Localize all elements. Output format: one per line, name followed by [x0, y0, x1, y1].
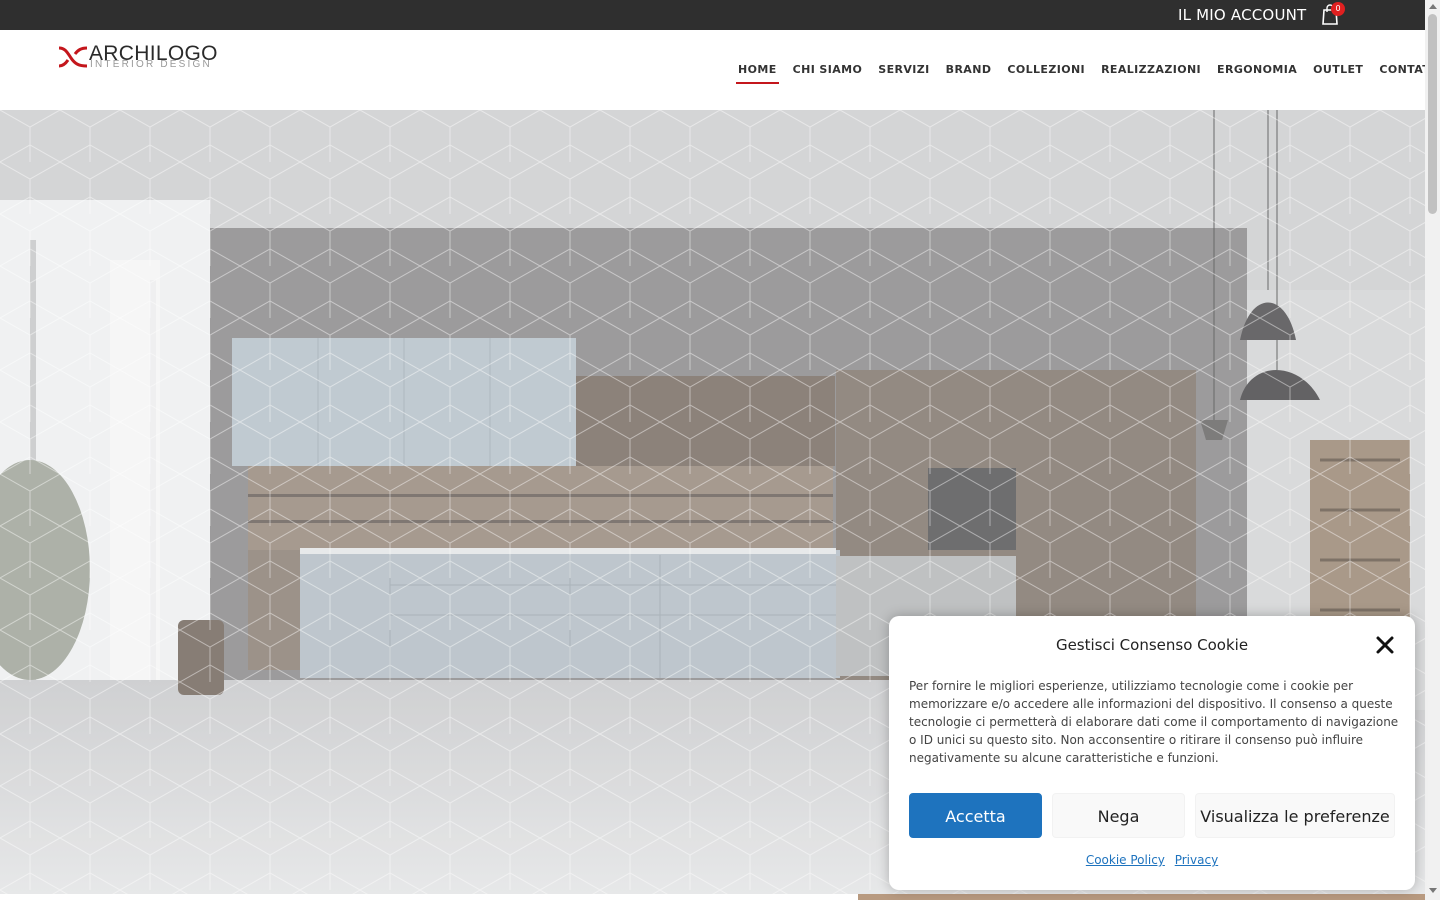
cookie-dialog-text: Per fornire le migliori esperienze, util…: [909, 679, 1399, 765]
nav-item-outlet[interactable]: OUTLET: [1305, 63, 1371, 85]
cookie-consent-dialog: Gestisci Consenso Cookie Per fornire le …: [889, 616, 1415, 890]
nav-item-servizi[interactable]: SERVIZI: [870, 63, 937, 85]
cart-button[interactable]: 0: [1320, 2, 1345, 25]
privacy-link[interactable]: Privacy: [1175, 853, 1218, 867]
cookie-dialog-title: Gestisci Consenso Cookie: [1055, 636, 1249, 654]
top-bar: IL MIO ACCOUNT 0: [0, 0, 1425, 30]
nav-item-collezioni[interactable]: COLLEZIONI: [999, 63, 1093, 85]
logo-mark-icon: [58, 46, 88, 68]
close-icon[interactable]: [1375, 635, 1395, 655]
my-account-link[interactable]: IL MIO ACCOUNT: [1178, 6, 1306, 24]
scroll-up-arrow-icon[interactable]: [1429, 4, 1437, 9]
accept-button[interactable]: Accetta: [909, 793, 1042, 838]
cookie-policy-link[interactable]: Cookie Policy: [1086, 853, 1165, 867]
nav-item-brand[interactable]: BRAND: [938, 63, 1000, 85]
logo-tagline: INTERIOR DESIGN: [90, 59, 212, 70]
scroll-thumb[interactable]: [1428, 14, 1437, 214]
main-nav: HOME CHI SIAMO SERVIZI BRAND COLLEZIONI …: [730, 63, 1440, 85]
page-scrollbar[interactable]: [1425, 0, 1440, 900]
scroll-down-arrow-icon[interactable]: [1429, 888, 1437, 893]
cookie-links: Cookie Policy Privacy: [889, 853, 1415, 867]
view-preferences-button[interactable]: Visualizza le preferenze: [1195, 793, 1395, 838]
nav-item-realizzazioni[interactable]: REALIZZAZIONI: [1093, 63, 1209, 85]
nav-item-home[interactable]: HOME: [730, 63, 785, 85]
deny-button[interactable]: Nega: [1052, 793, 1185, 838]
site-header: ARCHILOGO INTERIOR DESIGN HOME CHI SIAMO…: [0, 30, 1440, 110]
bottom-image-strip: [858, 894, 1425, 900]
nav-item-chi-siamo[interactable]: CHI SIAMO: [785, 63, 871, 85]
cart-count-badge: 0: [1331, 2, 1345, 16]
nav-item-ergonomia[interactable]: ERGONOMIA: [1209, 63, 1305, 85]
site-logo[interactable]: ARCHILOGO INTERIOR DESIGN: [57, 42, 217, 72]
